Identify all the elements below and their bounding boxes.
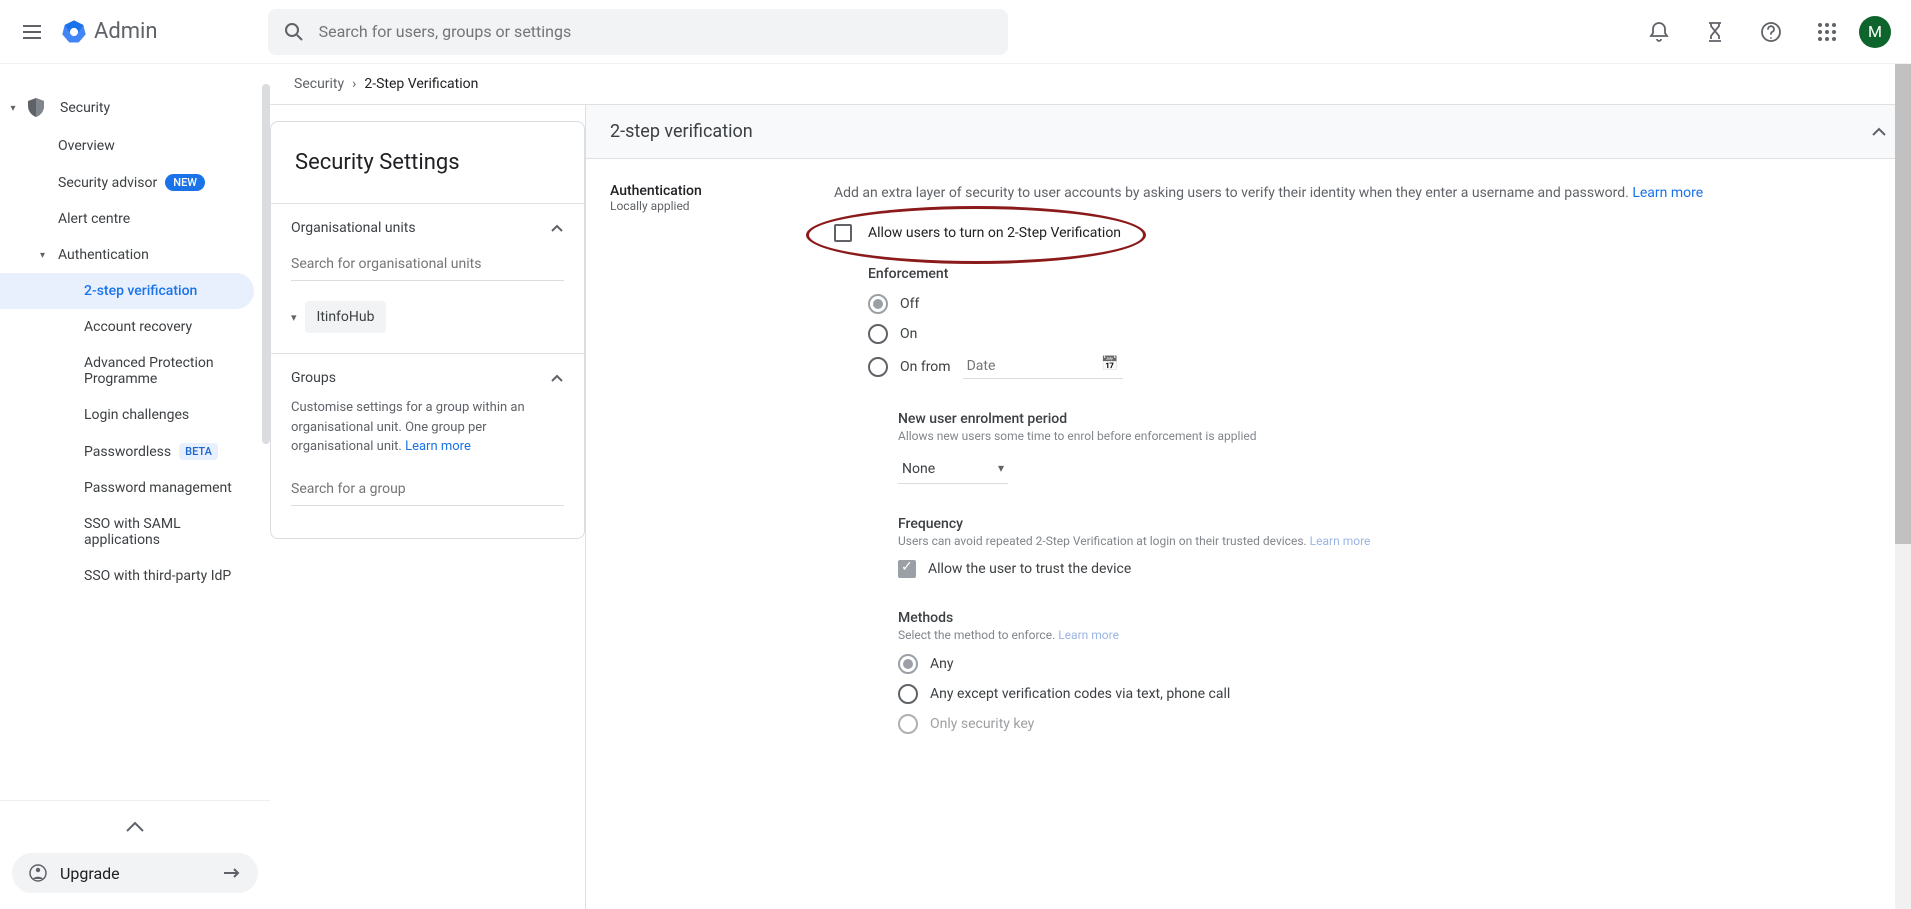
sidebar-item-login-challenges[interactable]: Login challenges <box>0 397 270 433</box>
page-scrollbar[interactable] <box>1895 64 1911 909</box>
upgrade-icon <box>28 863 48 883</box>
settings-title: Security Settings <box>271 122 584 203</box>
notifications-button[interactable] <box>1635 8 1683 56</box>
sidebar-item-alert-centre[interactable]: Alert centre <box>0 201 270 237</box>
enrolment-period-select[interactable] <box>898 455 1008 484</box>
caret-down-icon: ▾ <box>40 250 45 261</box>
chevron-up-icon <box>1871 127 1887 137</box>
radio-on[interactable] <box>868 324 888 344</box>
topbar: Admin M <box>0 0 1911 64</box>
method-any-row[interactable]: Any <box>898 654 1887 674</box>
admin-logo[interactable]: Admin <box>60 18 158 46</box>
hamburger-menu-button[interactable] <box>8 8 56 56</box>
enforcement-heading: Enforcement <box>868 266 1887 282</box>
search-input[interactable] <box>319 22 992 41</box>
authentication-label: Authentication <box>610 183 810 199</box>
enforcement-on-row[interactable]: On <box>868 324 1887 344</box>
help-button[interactable] <box>1747 8 1795 56</box>
upgrade-button[interactable]: Upgrade <box>12 853 258 893</box>
frequency-desc: Users can avoid repeated 2-Step Verifica… <box>898 534 1887 548</box>
org-units-search-input[interactable] <box>291 248 564 281</box>
frequency-heading: Frequency <box>898 516 1887 532</box>
sidebar-item-sso-third-party[interactable]: SSO with third-party IdP <box>0 558 270 594</box>
method-only-row[interactable]: Only security key <box>898 714 1887 734</box>
org-units-header[interactable]: Organisational units <box>291 220 564 236</box>
groups-description: Customise settings for a group within an… <box>291 398 564 457</box>
groups-learn-more-link[interactable]: Learn more <box>405 439 471 454</box>
account-avatar[interactable]: M <box>1859 16 1891 48</box>
chevron-up-icon <box>550 373 564 383</box>
shield-icon <box>24 96 48 120</box>
locally-applied-label: Locally applied <box>610 199 810 213</box>
breadcrumb: Security › 2-Step Verification <box>270 64 1911 104</box>
enforcement-on-from-row[interactable]: On from <box>868 354 1887 379</box>
learn-more-link[interactable]: Learn more <box>1632 185 1703 201</box>
frequency-learn-more-link[interactable]: Learn more <box>1310 534 1371 548</box>
sidebar-item-account-recovery[interactable]: Account recovery <box>0 309 270 345</box>
radio-method-only[interactable] <box>898 714 918 734</box>
methods-desc: Select the method to enforce. Learn more <box>898 628 1887 642</box>
sidebar-item-password-management[interactable]: Password management <box>0 470 270 506</box>
trust-device-row[interactable]: Allow the user to trust the device <box>898 560 1887 578</box>
hourglass-icon <box>1704 21 1726 43</box>
tasks-button[interactable] <box>1691 8 1739 56</box>
sidebar-root-security[interactable]: ▾ Security <box>0 88 270 128</box>
sidebar-item-sso-saml[interactable]: SSO with SAML applications <box>0 506 270 558</box>
search-bar[interactable] <box>268 9 1008 55</box>
enforcement-date-input[interactable] <box>963 354 1123 379</box>
sidebar-root-label: Security <box>60 100 110 116</box>
methods-learn-more-link[interactable]: Learn more <box>1058 628 1119 642</box>
apps-button[interactable] <box>1803 8 1851 56</box>
groups-header[interactable]: Groups <box>291 370 564 386</box>
radio-method-except[interactable] <box>898 684 918 704</box>
detail-header[interactable]: 2-step verification <box>586 105 1911 159</box>
chevron-right-icon: › <box>352 76 356 92</box>
breadcrumb-current: 2-Step Verification <box>364 76 478 92</box>
enforcement-off-row[interactable]: Off <box>868 294 1887 314</box>
caret-down-icon: ▾ <box>291 311 297 324</box>
breadcrumb-root[interactable]: Security <box>294 76 344 92</box>
org-unit-chip[interactable]: ItinfoHub <box>305 301 387 333</box>
radio-on-from[interactable] <box>868 357 888 377</box>
radio-off[interactable] <box>868 294 888 314</box>
description-text: Add an extra layer of security to user a… <box>834 183 1887 204</box>
sidebar-item-advanced-protection[interactable]: Advanced Protection Programme <box>0 345 270 397</box>
new-badge: NEW <box>165 174 205 191</box>
sidebar: ▾ Security Overview Security advisor NEW… <box>0 64 270 909</box>
bell-icon <box>1648 21 1670 43</box>
sidebar-item-authentication[interactable]: ▾ Authentication <box>0 237 270 273</box>
admin-logo-icon <box>60 18 88 46</box>
sidebar-item-2-step-verification[interactable]: 2-step verification <box>0 273 254 309</box>
enrolment-heading: New user enrolment period <box>898 411 1887 427</box>
methods-heading: Methods <box>898 610 1887 626</box>
help-icon <box>1760 21 1782 43</box>
group-search-input[interactable] <box>291 473 564 506</box>
allow-2sv-checkbox[interactable] <box>834 224 852 242</box>
admin-logo-text: Admin <box>94 19 158 44</box>
detail-panel: 2-step verification Authentication Local… <box>585 105 1911 909</box>
sidebar-item-passwordless[interactable]: Passwordless BETA <box>0 433 270 470</box>
chevron-up-icon <box>550 223 564 233</box>
chevron-up-icon <box>125 821 145 833</box>
org-unit-row[interactable]: ▾ ItinfoHub <box>291 297 564 337</box>
arrow-right-icon <box>222 867 242 879</box>
allow-2sv-label: Allow users to turn on 2-Step Verificati… <box>868 225 1121 241</box>
enrolment-desc: Allows new users some time to enrol befo… <box>898 429 1887 443</box>
scrollbar-thumb[interactable] <box>1895 64 1911 544</box>
sidebar-item-security-advisor[interactable]: Security advisor NEW <box>0 164 270 201</box>
search-icon <box>284 22 303 42</box>
menu-icon <box>20 20 44 44</box>
beta-badge: BETA <box>179 443 218 460</box>
sidebar-collapse-button[interactable] <box>0 809 270 845</box>
trust-device-checkbox[interactable] <box>898 560 916 578</box>
allow-2sv-checkbox-row: Allow users to turn on 2-Step Verificati… <box>834 224 1887 242</box>
apps-grid-icon <box>1817 22 1837 42</box>
sidebar-item-overview[interactable]: Overview <box>0 128 270 164</box>
caret-down-icon: ▾ <box>4 103 22 114</box>
settings-panel: Security Settings Organisational units ▾… <box>270 105 585 909</box>
radio-method-any[interactable] <box>898 654 918 674</box>
method-except-row[interactable]: Any except verification codes via text, … <box>898 684 1887 704</box>
